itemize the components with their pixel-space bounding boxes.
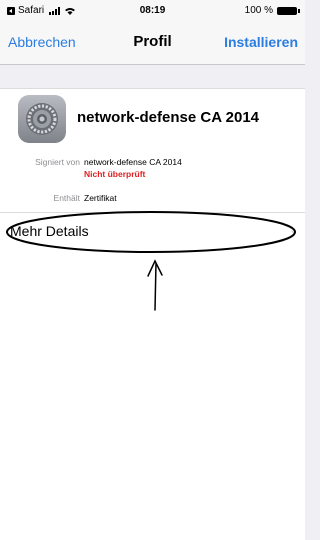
settings-gear-icon xyxy=(18,95,66,143)
chevron-right-icon: › xyxy=(290,224,295,240)
install-button[interactable]: Installieren xyxy=(224,34,298,50)
empty-content-area xyxy=(0,251,305,540)
signed-by-value: network-defense CA 2014 xyxy=(84,157,182,167)
status-right: 100 % xyxy=(244,5,300,16)
profile-header: network-defense CA 2014 xyxy=(0,88,305,150)
battery-percent: 100 % xyxy=(244,5,273,16)
profile-details: Signiert von network-defense CA 2014 Nic… xyxy=(0,148,305,212)
more-details-row[interactable]: Mehr Details › xyxy=(0,212,305,252)
battery-icon xyxy=(277,6,300,15)
profile-name: network-defense CA 2014 xyxy=(77,109,260,126)
verification-status: Nicht überprüft xyxy=(84,169,146,179)
contains-value: Zertifikat xyxy=(84,193,117,203)
signed-by-label: Signiert von xyxy=(35,157,80,167)
status-bar: Safari 08:19 100 % xyxy=(0,0,305,22)
more-details-label: Mehr Details xyxy=(10,223,89,239)
contains-label: Enthält xyxy=(53,193,80,203)
navigation-bar: Abbrechen Profil Installieren xyxy=(0,22,305,65)
